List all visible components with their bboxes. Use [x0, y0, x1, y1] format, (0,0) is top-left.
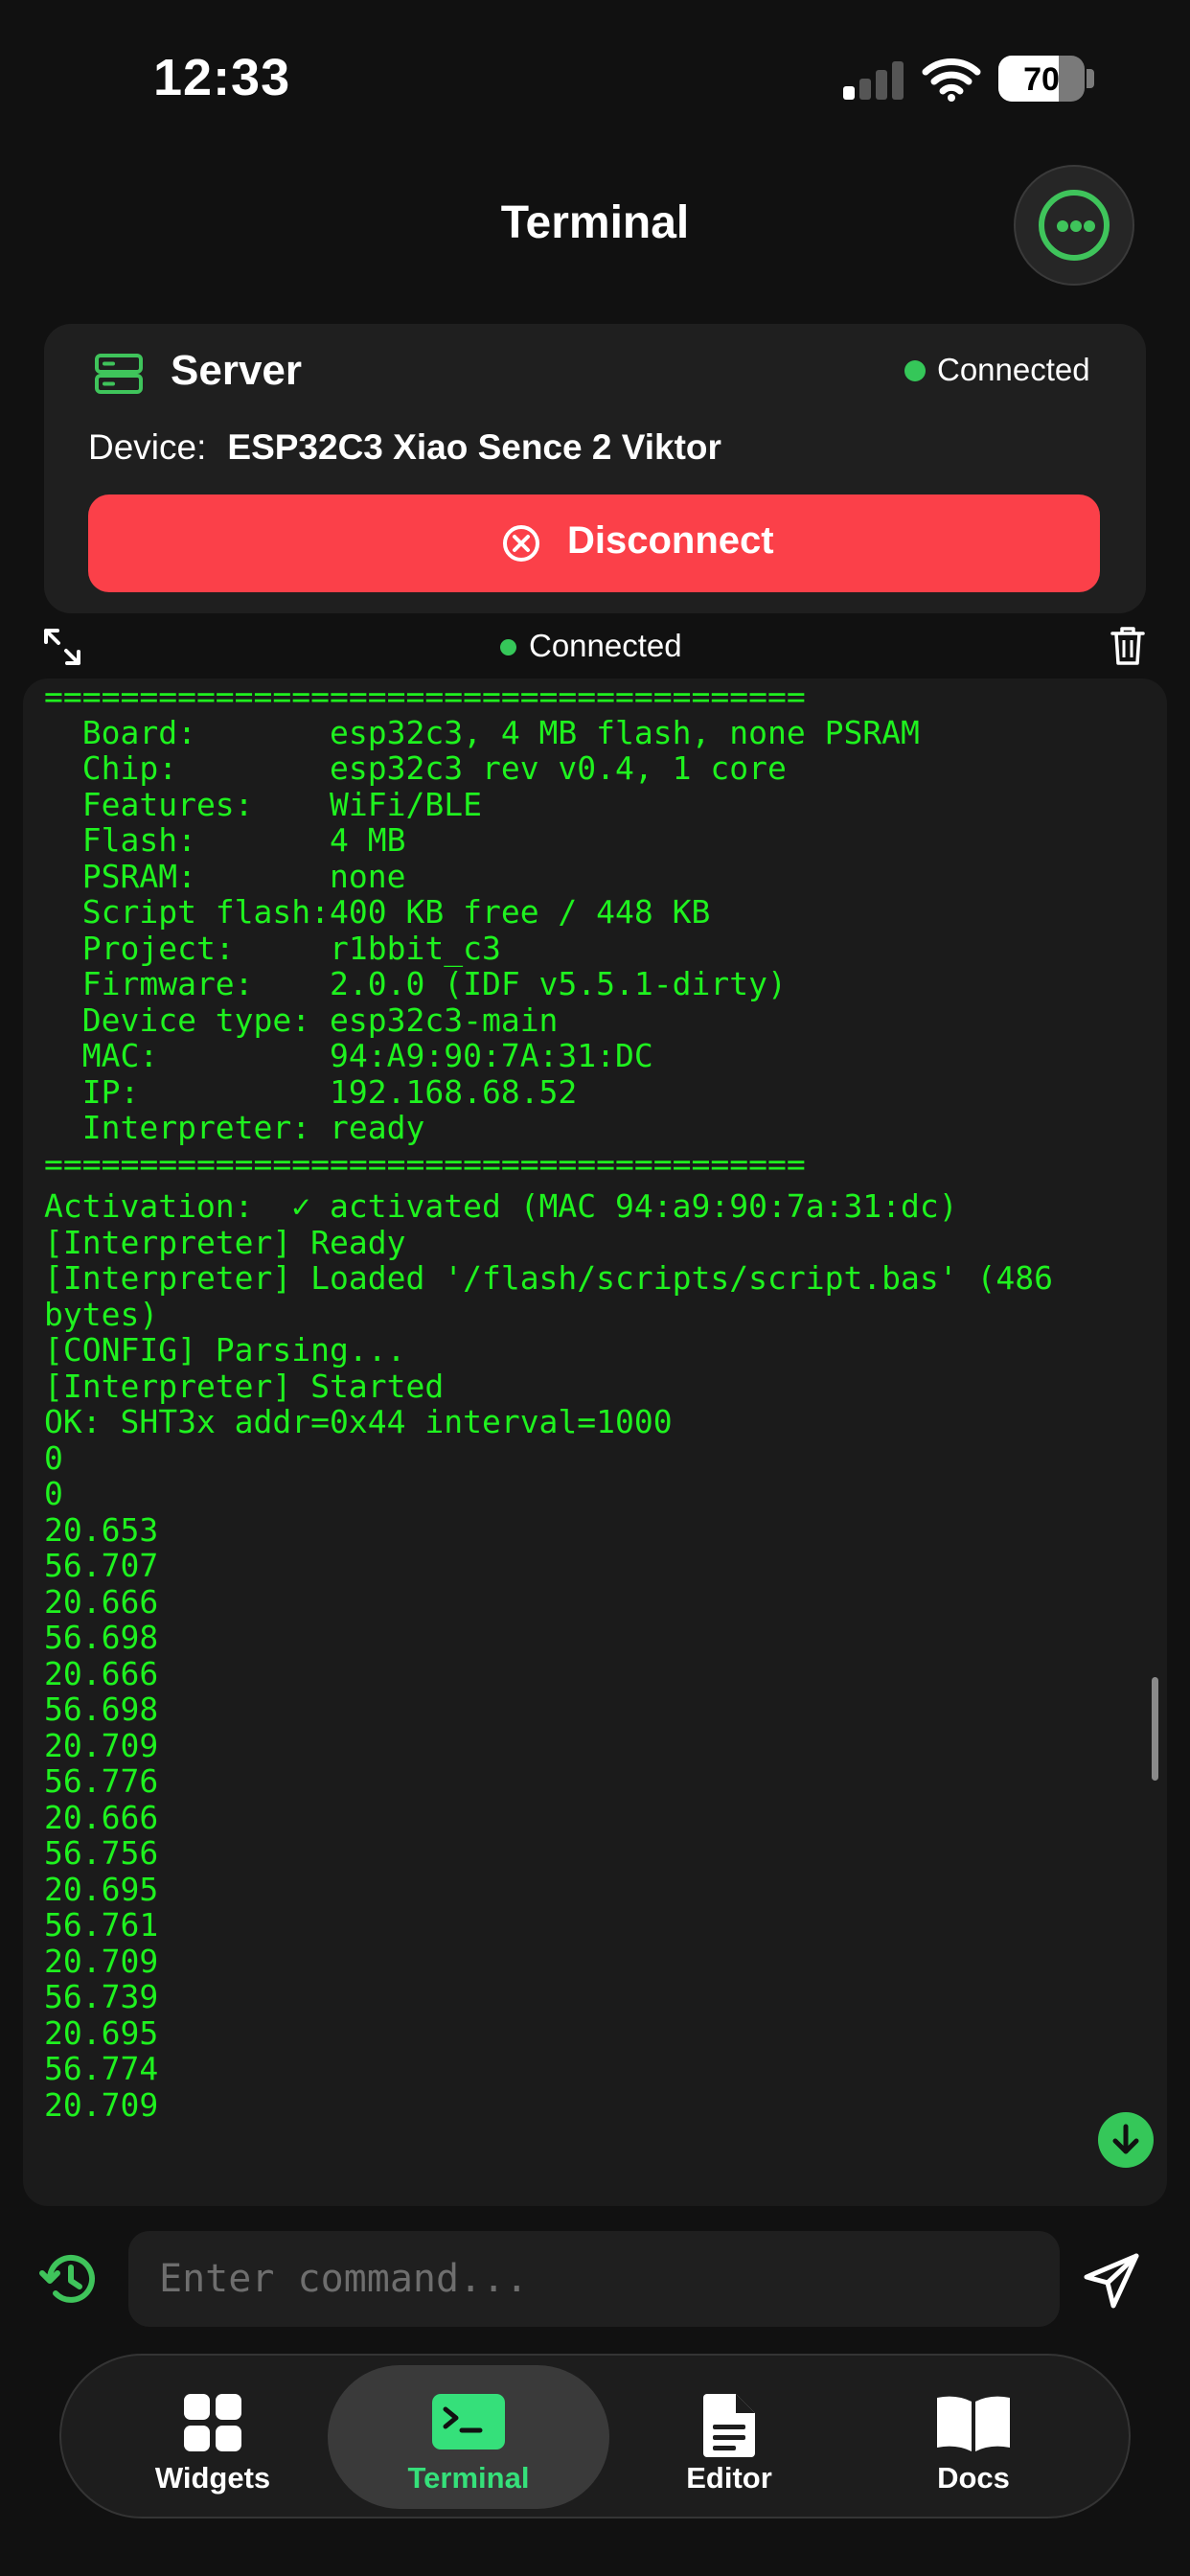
document-icon: [703, 2394, 755, 2457]
arrow-down-icon: [1112, 2124, 1139, 2154]
terminal-line: ========================================: [44, 1144, 806, 1183]
history-icon[interactable]: [38, 2248, 100, 2310]
disconnect-label: Disconnect: [567, 519, 774, 562]
server-card: Server Connected Device: ESP32C3 Xiao Sen…: [44, 324, 1146, 613]
terminal-line: 0: [44, 1475, 63, 1512]
widgets-grid-icon: [184, 2394, 241, 2451]
server-title: Server: [171, 347, 303, 394]
terminal-line: ========================================: [44, 678, 806, 715]
terminal-connection-dot: [500, 639, 516, 656]
terminal-line: 56.739: [44, 1978, 159, 2015]
terminal-output[interactable]: ========================================…: [23, 678, 1167, 2206]
cellular-signal-icon: [843, 59, 904, 100]
terminal-line: Activation: ✓ activated (MAC 94:a9:90:7a…: [44, 1187, 958, 1225]
terminal-line: IP: 192.168.68.52: [44, 1072, 578, 1111]
terminal-lines: ========================================…: [44, 678, 1053, 2123]
book-icon: [937, 2396, 1010, 2451]
terminal-connection-status: Connected: [529, 628, 682, 663]
terminal-line: 56.776: [44, 1762, 159, 1800]
terminal-line: Project: r1bbit_c3: [44, 929, 501, 967]
scroll-to-bottom-button[interactable]: [1098, 2112, 1154, 2168]
terminal-line: [Interpreter] Ready: [44, 1223, 406, 1261]
tab-label: Docs: [937, 2461, 1010, 2495]
terminal-line: 20.666: [44, 1654, 159, 1692]
close-circle-icon: [503, 525, 539, 562]
disconnect-button[interactable]: Disconnect: [88, 494, 1100, 592]
terminal-line: 56.707: [44, 1547, 159, 1584]
device-label: Device:: [88, 427, 207, 467]
terminal-line: 56.698: [44, 1690, 159, 1728]
connection-status-dot: [904, 360, 926, 381]
terminal-line: Features: WiFi/BLE: [44, 785, 482, 823]
wifi-icon: [922, 58, 981, 102]
page-title: Terminal: [500, 197, 690, 248]
tab-label: Terminal: [407, 2461, 530, 2495]
tab-label: Editor: [686, 2461, 772, 2495]
more-options-button[interactable]: [1014, 165, 1134, 286]
terminal-line: [Interpreter] Started: [44, 1367, 445, 1405]
terminal-line: Firmware: 2.0.0 (IDF v5.5.1-dirty): [44, 965, 787, 1002]
trash-icon[interactable]: [1110, 625, 1146, 667]
terminal-line: 20.709: [44, 2085, 159, 2124]
terminal-line: 20.709: [44, 1942, 159, 1980]
terminal-line: 20.666: [44, 1582, 159, 1621]
terminal-line: [CONFIG] Parsing...: [44, 1331, 406, 1368]
terminal-icon: [432, 2394, 505, 2450]
terminal-line: 56.698: [44, 1619, 159, 1656]
tab-docs[interactable]: Docs: [849, 2365, 1098, 2509]
expand-icon[interactable]: [42, 627, 82, 667]
terminal-line: Device type: esp32c3-main: [44, 1000, 559, 1039]
battery-icon: 70: [998, 56, 1085, 102]
battery-tip: [1087, 69, 1094, 88]
device-row: Device: ESP32C3 Xiao Sence 2 Viktor: [88, 427, 721, 468]
terminal-line: Board: esp32c3, 4 MB flash, none PSRAM: [44, 713, 920, 751]
device-name: ESP32C3 Xiao Sence 2 Viktor: [227, 427, 721, 467]
terminal-line: 20.666: [44, 1798, 159, 1836]
send-icon[interactable]: [1083, 2252, 1140, 2310]
tab-widgets[interactable]: Widgets: [98, 2365, 328, 2509]
terminal-scrollbar[interactable]: [1152, 1677, 1158, 1781]
terminal-line: Script flash:400 KB free / 448 KB: [44, 893, 711, 931]
terminal-line: PSRAM: none: [44, 857, 406, 895]
terminal-line: [Interpreter] Loaded '/flash/scripts/scr…: [44, 1259, 1053, 1297]
terminal-line: Flash: 4 MB: [44, 821, 406, 859]
server-icon: [95, 354, 143, 394]
tab-bar: Widgets Terminal Editor Docs: [59, 2354, 1131, 2518]
terminal-line: Interpreter: ready: [44, 1109, 425, 1146]
terminal-line: bytes): [44, 1295, 159, 1333]
terminal-line: 0: [44, 1438, 63, 1477]
terminal-line: 56.756: [44, 1834, 159, 1872]
terminal-line: 56.761: [44, 1906, 159, 1944]
terminal-line: MAC: 94:A9:90:7A:31:DC: [44, 1037, 653, 1074]
terminal-line: 20.709: [44, 1726, 159, 1764]
tab-terminal[interactable]: Terminal: [328, 2365, 609, 2509]
command-input[interactable]: [128, 2231, 1060, 2327]
terminal-line: 20.653: [44, 1510, 159, 1549]
tab-editor[interactable]: Editor: [609, 2365, 849, 2509]
terminal-line: Chip: esp32c3 rev v0.4, 1 core: [44, 749, 787, 787]
terminal-line: 20.695: [44, 2013, 159, 2052]
terminal-line: 20.695: [44, 1870, 159, 1908]
tab-label: Widgets: [154, 2461, 271, 2495]
terminal-line: OK: SHT3x addr=0x44 interval=1000: [44, 1403, 673, 1440]
terminal-line: 56.774: [44, 2050, 159, 2087]
status-time: 12:33: [153, 49, 291, 106]
status-bar: 12:33 70: [0, 0, 1190, 153]
battery-percentage: 70: [1023, 61, 1060, 98]
server-connection-status: Connected: [937, 352, 1090, 387]
